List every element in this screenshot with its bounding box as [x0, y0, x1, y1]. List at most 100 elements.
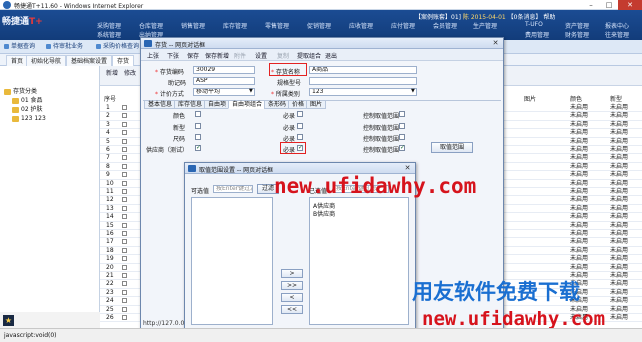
range-dialog-close-icon[interactable]: ✕ [403, 164, 412, 172]
mnemonic-input[interactable]: ASP [193, 77, 255, 85]
control-range-checkbox[interactable] [399, 111, 405, 117]
move-all-right-button[interactable]: >> [281, 281, 303, 290]
style-status: 未启用 [610, 263, 629, 271]
tree-item[interactable]: 01 食品 [12, 97, 43, 105]
tab-stock[interactable]: 存货 [112, 55, 135, 66]
valuation-select[interactable]: 移动平均 [193, 88, 255, 96]
row-number: 7 [106, 154, 110, 162]
prev-button[interactable]: 上张 [147, 51, 159, 60]
nav-item[interactable]: 报表中心 [605, 21, 629, 30]
dialog-toolbar: 上张 下张 保存 保存新增 附件 设置 复制 提取组合 退出 [141, 49, 503, 61]
account-name[interactable]: 【案例账套】01] [415, 14, 461, 21]
tree-root[interactable]: 存货分类 [4, 88, 37, 96]
free-item-label: 供应商（测试） [146, 147, 189, 154]
enable-checkbox[interactable] [195, 123, 201, 129]
copy-button[interactable]: 复制 [277, 51, 289, 60]
maximize-button[interactable]: □ [600, 0, 618, 10]
tab-free-combo[interactable]: 自由项组合 [228, 100, 267, 109]
exit-button[interactable]: 退出 [325, 51, 337, 60]
row-checkbox[interactable] [122, 315, 127, 323]
message-count[interactable]: 【0条消息】 [508, 14, 542, 21]
required-label: 必录 [283, 125, 296, 132]
tab-free-items[interactable]: 自由项 [204, 100, 231, 109]
available-list[interactable] [191, 197, 273, 325]
nav-item[interactable]: 系统管理 [97, 30, 121, 39]
quick-link[interactable]: 待审批业务 [46, 42, 83, 52]
attachment-button[interactable]: 附件 [234, 51, 246, 60]
settings-button[interactable]: 设置 [255, 51, 267, 60]
minimize-button[interactable]: – [582, 0, 600, 10]
color-status: 未启用 [570, 171, 589, 179]
chevron-down-icon[interactable]: ▼ [411, 88, 415, 94]
selected-list[interactable]: A供应商 B供应商 [309, 197, 409, 325]
quick-link[interactable]: 采购价格查询 [96, 42, 139, 52]
left-toolbar: ★ [0, 312, 100, 328]
nav-item[interactable]: 零售管理 [265, 21, 289, 30]
control-range-checkbox[interactable] [399, 123, 405, 129]
nav-item[interactable]: 费用管理 [525, 30, 549, 39]
nav-item[interactable]: 资产管理 [565, 21, 589, 30]
folder-icon [4, 89, 11, 95]
grid-add-button[interactable]: 新增 [106, 68, 118, 77]
list-item[interactable]: B供应商 [313, 209, 335, 218]
category-select[interactable]: 123 [309, 88, 417, 96]
nav-item[interactable]: 促销管理 [307, 21, 331, 30]
dialog-close-icon[interactable]: ✕ [491, 39, 500, 47]
user-bar: 【案例账套】01] 陈 2015-04-01 【0条消息】 帮助 [415, 12, 555, 21]
next-button[interactable]: 下张 [167, 51, 179, 60]
code-input[interactable]: 30029 [193, 66, 255, 74]
move-left-button[interactable]: < [281, 293, 303, 302]
nav-item[interactable]: 应付管理 [391, 21, 415, 30]
nav-item[interactable]: 库存管理 [223, 21, 247, 30]
nav-item[interactable]: 会员管理 [433, 21, 457, 30]
value-range-button[interactable]: 取值范围 [431, 142, 473, 153]
save-button[interactable]: 保存 [187, 51, 199, 60]
control-range-checkbox[interactable] [399, 144, 405, 151]
tab-barcode[interactable]: 条形码 [264, 100, 291, 109]
free-item-label: 尺码 [173, 136, 186, 143]
style-status: 未启用 [610, 196, 629, 204]
save-new-button[interactable]: 保存新增 [205, 51, 229, 60]
nav-item[interactable]: 仓库管理 [139, 21, 163, 30]
tab-init-guide[interactable]: 初始化导航 [26, 55, 67, 66]
move-right-button[interactable]: > [281, 269, 303, 278]
style-status: 未启用 [610, 297, 629, 305]
nav-item[interactable]: 生产管理 [473, 21, 497, 30]
tree-item[interactable]: 02 护肤 [12, 106, 43, 114]
move-all-left-button[interactable]: << [281, 305, 303, 314]
enable-checkbox[interactable] [195, 111, 201, 117]
name-input[interactable]: A商品 [309, 66, 417, 74]
enable-checkbox[interactable] [195, 144, 201, 151]
star-icon[interactable]: ★ [3, 315, 14, 326]
nav-item[interactable]: 财务管理 [565, 30, 589, 39]
row-number: 18 [106, 246, 114, 254]
tab-archive[interactable]: 基础档案设置 [66, 55, 113, 66]
tree-item[interactable]: 123 123 [12, 115, 46, 123]
required-checkbox[interactable] [297, 123, 303, 129]
row-number: 20 [106, 263, 114, 271]
window-close-button[interactable]: ✕ [618, 0, 642, 10]
chevron-down-icon[interactable]: ▼ [249, 88, 253, 94]
tab-picture[interactable]: 图片 [306, 100, 327, 109]
required-checkbox[interactable] [297, 111, 303, 117]
tab-price[interactable]: 价格 [288, 100, 309, 109]
quick-link[interactable]: 单据查询 [4, 42, 35, 52]
nav-item[interactable]: 往来管理 [605, 30, 629, 39]
enable-checkbox[interactable] [195, 134, 201, 140]
grid-edit-button[interactable]: 修改 [124, 68, 136, 77]
tab-basic-info[interactable]: 基本信息 [144, 100, 177, 109]
spec-input[interactable] [309, 77, 417, 85]
required-checkbox[interactable] [297, 134, 303, 140]
tab-home[interactable]: 首页 [6, 55, 29, 66]
nav-item[interactable]: 应收管理 [349, 21, 373, 30]
control-range-checkbox[interactable] [399, 134, 405, 140]
required-checkbox[interactable] [297, 144, 303, 151]
help-link[interactable]: 帮助 [543, 14, 555, 21]
tab-inventory-info[interactable]: 库存信息 [174, 100, 207, 109]
nav-item[interactable]: 采购管理 [97, 21, 121, 30]
nav-item[interactable]: 销售管理 [181, 21, 205, 30]
available-filter-input[interactable]: 按Enter键过滤 [213, 185, 253, 193]
extract-combo-button[interactable]: 提取组合 [297, 51, 321, 60]
nav-item[interactable]: T-UFO [525, 21, 543, 28]
user-name[interactable]: 陈 [463, 14, 469, 21]
